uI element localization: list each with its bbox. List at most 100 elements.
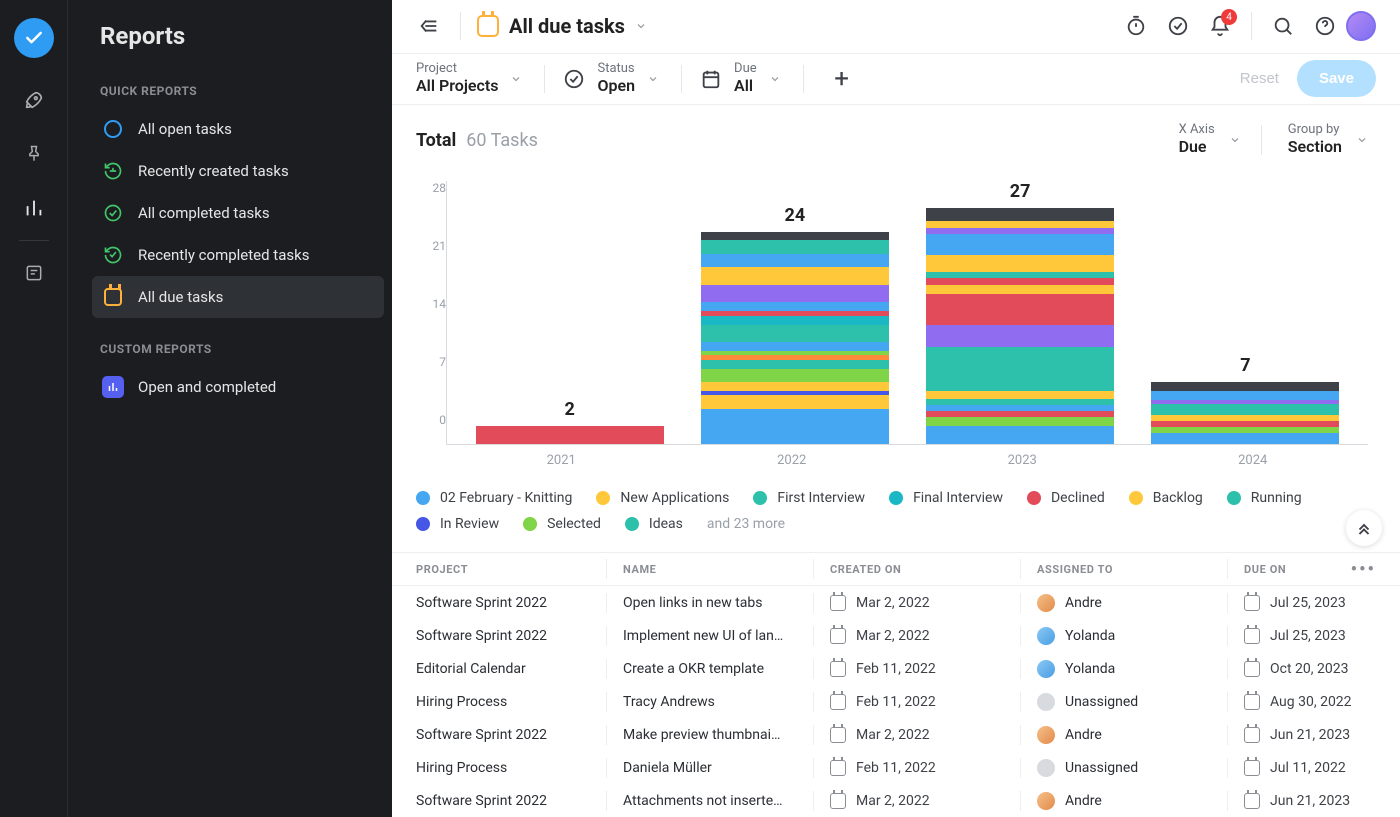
help-icon[interactable] (1304, 5, 1346, 47)
filter-value: All (734, 77, 757, 95)
bar-segment (701, 325, 889, 343)
cell-created: Mar 2, 2022 (830, 727, 1020, 743)
table-row[interactable]: Software Sprint 2022Attachments not inse… (392, 784, 1400, 817)
legend-item[interactable]: Ideas (625, 516, 683, 532)
rail-rocket-icon[interactable] (22, 88, 46, 112)
cell-due: Oct 20, 2023 (1244, 661, 1376, 677)
th-created[interactable]: CREATED ON (830, 563, 1020, 576)
rail-pin-icon[interactable] (22, 142, 46, 166)
app-logo[interactable] (14, 18, 54, 58)
cell-name: Create a OKR template (623, 661, 813, 677)
sidebar-item-all-open-tasks[interactable]: All open tasks (92, 108, 384, 150)
plot-area: 2 2427 7 (446, 181, 1368, 445)
legend-item[interactable]: Selected (523, 516, 601, 532)
legend-label: In Review (440, 516, 499, 532)
rail-reports-icon[interactable] (22, 196, 46, 220)
bar-segment (701, 232, 889, 241)
bar-segment (926, 234, 1114, 254)
legend-more[interactable]: and 23 more (707, 516, 785, 532)
bar-segment (926, 285, 1114, 294)
save-button[interactable]: Save (1297, 60, 1376, 97)
sidebar-item-open-and-completed[interactable]: Open and completed (92, 366, 384, 408)
legend: 02 February - Knitting New Applications Fi… (392, 468, 1400, 542)
cell-project: Software Sprint 2022 (416, 595, 606, 611)
legend-dot-icon (1027, 491, 1041, 505)
bar-segment (701, 382, 889, 391)
legend-label: New Applications (620, 490, 729, 506)
x-axis-dropdown[interactable]: X Axis Due (1173, 123, 1241, 156)
legend-item[interactable]: Declined (1027, 490, 1105, 506)
add-filter-button[interactable]: + (822, 59, 862, 99)
calendar-icon (1244, 793, 1260, 809)
sidebar-item-all-completed[interactable]: All completed tasks (92, 192, 384, 234)
filter-status[interactable]: Status Open (563, 62, 681, 95)
chevron-down-icon (1356, 134, 1368, 146)
legend-dot-icon (753, 491, 767, 505)
th-project[interactable]: PROJECT (416, 563, 606, 576)
bar-2022[interactable]: 24 (701, 205, 889, 444)
table-row[interactable]: Software Sprint 2022Implement new UI of … (392, 619, 1400, 652)
custom-reports-heading: CUSTOM REPORTS (100, 342, 384, 356)
filter-project[interactable]: Project All Projects (416, 62, 544, 95)
bar-segment (926, 255, 1114, 273)
calendar-icon (830, 694, 846, 710)
calendar-icon (700, 68, 722, 90)
filter-separator (544, 65, 545, 93)
table-row[interactable]: Editorial CalendarCreate a OKR templateF… (392, 652, 1400, 685)
axis-label: X Axis (1179, 123, 1215, 138)
legend-dot-icon (1227, 491, 1241, 505)
rail-separator (19, 240, 49, 241)
bell-icon[interactable]: 4 (1199, 5, 1241, 47)
bar-2024[interactable]: 7 (1151, 355, 1339, 444)
cell-project: Hiring Process (416, 760, 606, 776)
chevron-down-icon (510, 73, 522, 85)
bar-2021[interactable]: 2 (476, 399, 664, 444)
legend-item[interactable]: Final Interview (889, 490, 1003, 506)
completed-icon (102, 202, 124, 224)
user-avatar[interactable] (1346, 11, 1376, 41)
search-icon[interactable] (1262, 5, 1304, 47)
report-title-dropdown[interactable]: All due tasks (471, 10, 653, 42)
cell-project: Hiring Process (416, 694, 606, 710)
bar-segment (926, 426, 1114, 444)
legend-item[interactable]: In Review (416, 516, 499, 532)
sidebar-item-recently-created[interactable]: Recently created tasks (92, 150, 384, 192)
table-row[interactable]: Hiring ProcessDaniela MüllerFeb 11, 2022… (392, 751, 1400, 784)
filter-due[interactable]: Due All (700, 62, 803, 95)
legend-item[interactable]: Backlog (1129, 490, 1203, 506)
chevron-down-icon (769, 73, 781, 85)
rail-note-icon[interactable] (22, 261, 46, 285)
sidebar-item-all-due-tasks[interactable]: All due tasks (92, 276, 384, 318)
cell-due: Jul 11, 2022 (1244, 760, 1376, 776)
th-due[interactable]: DUE ON (1244, 563, 1346, 576)
bar-2023[interactable]: 27 (926, 181, 1114, 444)
cell-assigned: Unassigned (1037, 693, 1227, 711)
legend-item[interactable]: Running (1227, 490, 1302, 506)
check-circle-icon[interactable] (1157, 5, 1199, 47)
avatar-icon (1037, 759, 1055, 777)
collapse-sidebar-button[interactable] (408, 11, 450, 41)
scroll-collapse-button[interactable] (1346, 510, 1382, 546)
axis-value: Due (1179, 138, 1215, 156)
legend-item[interactable]: 02 February - Knitting (416, 490, 572, 506)
legend-dot-icon (416, 491, 430, 505)
calendar-icon (1244, 661, 1260, 677)
legend-item[interactable]: First Interview (753, 490, 865, 506)
legend-item[interactable]: New Applications (596, 490, 729, 506)
group-by-dropdown[interactable]: Group by Section (1282, 123, 1368, 156)
table-more-button[interactable]: ••• (1346, 559, 1376, 580)
th-name[interactable]: NAME (623, 563, 813, 576)
th-assigned[interactable]: ASSIGNED TO (1037, 563, 1227, 576)
calendar-icon (1244, 595, 1260, 611)
cell-name: Daniela Müller (623, 760, 813, 776)
reset-button[interactable]: Reset (1222, 60, 1297, 97)
table-row[interactable]: Hiring ProcessTracy AndrewsFeb 11, 2022U… (392, 685, 1400, 718)
table-row[interactable]: Software Sprint 2022Make preview thumbna… (392, 718, 1400, 751)
timer-icon[interactable] (1115, 5, 1157, 47)
custom-report-icon (102, 376, 124, 398)
bar-segment (926, 294, 1114, 325)
cell-due: Jul 25, 2023 (1244, 628, 1376, 644)
cell-due: Aug 30, 2022 (1244, 694, 1376, 710)
table-row[interactable]: Software Sprint 2022Open links in new ta… (392, 586, 1400, 619)
sidebar-item-recently-completed[interactable]: Recently completed tasks (92, 234, 384, 276)
